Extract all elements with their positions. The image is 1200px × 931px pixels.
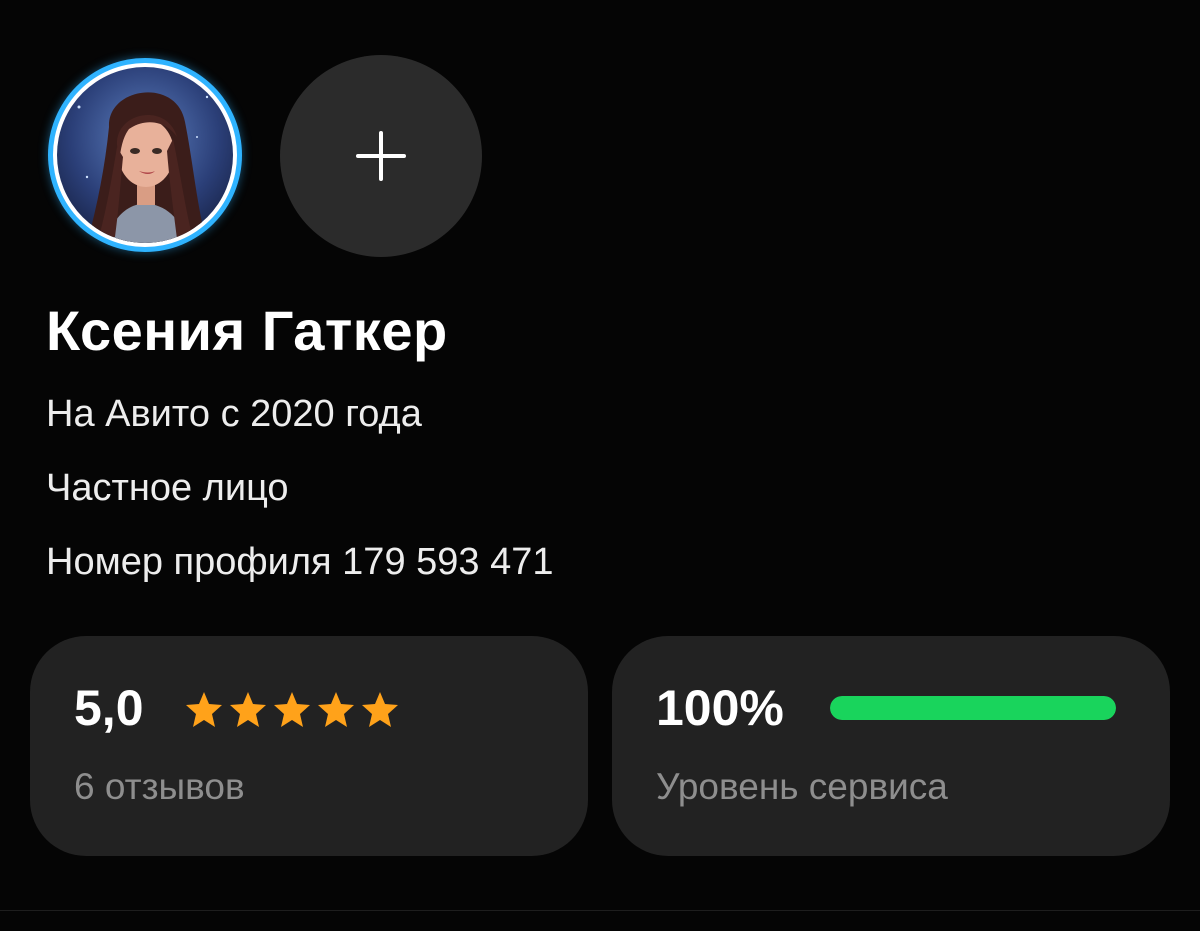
rating-card[interactable]: 5,0 6 отзывов xyxy=(30,636,588,856)
profile-name: Ксения Гаткер xyxy=(46,299,448,362)
star-icon xyxy=(274,692,310,727)
profile-type: Частное лицо xyxy=(46,467,289,509)
service-level-card[interactable]: 100% Уровень сервиса xyxy=(612,636,1170,856)
profile-number: Номер профиля 179 593 471 xyxy=(46,541,554,583)
star-icon xyxy=(318,692,354,727)
service-level-label: Уровень сервиса xyxy=(656,766,948,807)
service-level-bar-fill xyxy=(830,696,1116,720)
avatar-illustration xyxy=(57,67,233,243)
add-button[interactable] xyxy=(280,55,482,257)
bottom-divider xyxy=(0,910,1200,911)
avatar[interactable] xyxy=(48,58,242,252)
avatar-frame xyxy=(53,63,237,247)
reviews-count: 6 отзывов xyxy=(74,766,245,807)
service-level-value: 100% xyxy=(656,680,784,736)
rating-stars xyxy=(182,690,402,730)
star-icon xyxy=(186,692,222,727)
rating-value: 5,0 xyxy=(74,680,144,736)
star-icon xyxy=(362,692,398,727)
star-icon xyxy=(230,692,266,727)
profile-since: На Авито с 2020 года xyxy=(46,393,422,435)
plus-icon xyxy=(356,131,406,181)
service-level-bar xyxy=(830,696,1116,720)
